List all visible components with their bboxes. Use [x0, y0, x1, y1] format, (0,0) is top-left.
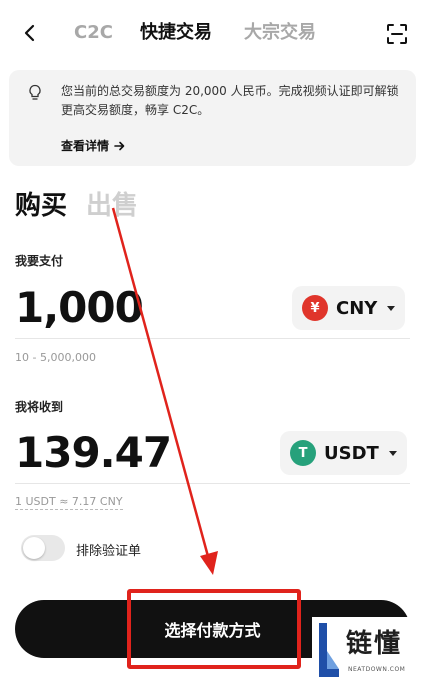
- receive-currency-label: USDT: [324, 442, 379, 464]
- arrow-right-icon: [114, 141, 125, 150]
- tab-quick-trade[interactable]: 快捷交易: [140, 20, 212, 46]
- receive-currency-select[interactable]: T USDT: [280, 431, 407, 475]
- watermark-url: NEATDOWN.COM: [348, 666, 406, 673]
- receive-amount-input[interactable]: 139.47: [15, 428, 172, 478]
- exclude-verified-toggle[interactable]: [21, 535, 65, 561]
- annotation-highlight-box: [127, 589, 301, 669]
- view-details-label: 查看详情: [61, 139, 110, 153]
- tab-c2c[interactable]: C2C: [74, 20, 113, 46]
- view-details-link[interactable]: 查看详情: [61, 137, 125, 154]
- pay-currency-label: CNY: [336, 297, 378, 319]
- caret-down-icon: [387, 305, 396, 311]
- pay-divider: [15, 338, 410, 339]
- chevron-left-icon: [24, 24, 35, 42]
- top-nav: C2C 快捷交易 大宗交易: [0, 0, 425, 64]
- sell-tab[interactable]: 出售: [86, 189, 138, 223]
- receive-divider: [15, 483, 410, 484]
- watermark-brand: 链懂: [346, 629, 403, 659]
- tether-coin-icon: T: [290, 440, 316, 466]
- exclude-verified-label: 排除验证单: [76, 544, 142, 559]
- caret-down-icon: [388, 450, 397, 456]
- watermark: 链懂 NEATDOWN.COM: [312, 617, 422, 685]
- buy-tab[interactable]: 购买: [15, 189, 67, 223]
- banner-message: 您当前的总交易额度为 20,000 人民币。完成视频认证即可解锁更高交易额度，畅…: [61, 84, 399, 117]
- pay-range: 10 - 5,000,000: [15, 351, 96, 364]
- tab-bulk-trade[interactable]: 大宗交易: [244, 20, 316, 46]
- info-banner: 您当前的总交易额度为 20,000 人民币。完成视频认证即可解锁更高交易额度，畅…: [9, 70, 416, 166]
- lightbulb-icon: [29, 84, 41, 100]
- annotation-arrowhead: [200, 551, 218, 575]
- annotation-arrow-line: [111, 207, 211, 561]
- toggle-knob: [23, 537, 45, 559]
- exchange-rate[interactable]: 1 USDT ≈ 7.17 CNY: [15, 495, 123, 510]
- scan-button[interactable]: [385, 22, 409, 46]
- scan-icon: [387, 24, 407, 44]
- yuan-coin-icon: ¥: [302, 295, 328, 321]
- back-button[interactable]: [18, 20, 42, 46]
- pay-amount-input[interactable]: 1,000: [15, 283, 144, 333]
- brand-logo-icon: [319, 623, 339, 677]
- pay-currency-select[interactable]: ¥ CNY: [292, 286, 406, 330]
- receive-label: 我将收到: [15, 400, 64, 414]
- pay-label: 我要支付: [15, 254, 64, 268]
